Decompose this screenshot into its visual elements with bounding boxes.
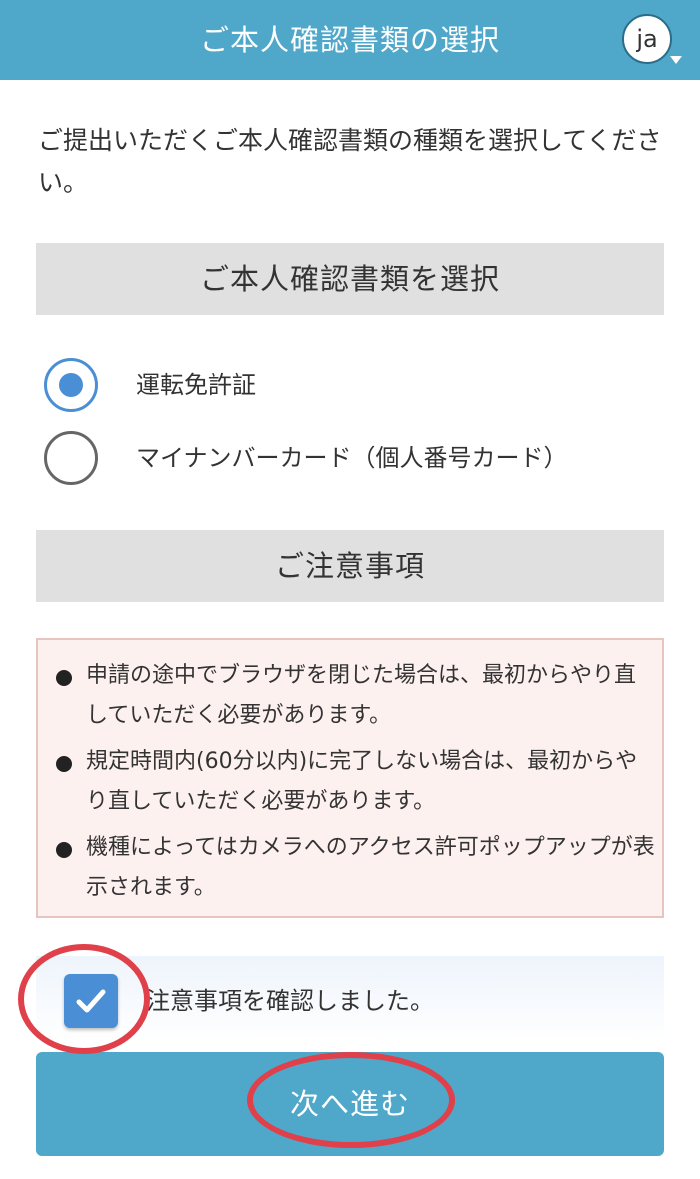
intro-text: ご提出いただくご本人確認書類の種類を選択してください。 xyxy=(38,126,662,197)
confirm-checkbox[interactable] xyxy=(64,974,118,1028)
notes-heading: ご注意事項 xyxy=(36,530,664,602)
confirm-label[interactable]: 注意事項を確認しました。 xyxy=(146,984,434,1018)
app-header: ご本人確認書類の選択 ja xyxy=(0,0,700,80)
radio-label[interactable]: 運転免許証 xyxy=(136,368,256,402)
notice-box: 申請の途中でブラウザを閉じた場合は、最初からやり直していただく必要があります。 … xyxy=(36,638,664,918)
notice-text: 申請の途中でブラウザを閉じた場合は、最初からやり直していただく必要があります。 xyxy=(86,663,637,728)
radio-unselected-icon[interactable] xyxy=(44,431,98,485)
checkmark-icon xyxy=(76,989,106,1013)
confirm-row[interactable]: 注意事項を確認しました。 xyxy=(36,956,664,1042)
page-title: ご本人確認書類の選択 xyxy=(199,23,500,57)
document-select-heading: ご本人確認書類を選択 xyxy=(36,243,664,315)
radio-option-my-number-card[interactable]: マイナンバーカード（個人番号カード） xyxy=(44,431,664,487)
bullet-icon xyxy=(56,670,72,686)
radio-selected-icon[interactable] xyxy=(44,358,98,412)
radio-option-drivers-license[interactable]: 運転免許証 xyxy=(44,358,664,414)
radio-label[interactable]: マイナンバーカード（個人番号カード） xyxy=(136,441,568,475)
chevron-down-icon[interactable] xyxy=(670,56,682,64)
notice-text: 機種によってはカメラへのアクセス許可ポップアップが表示されます。 xyxy=(86,835,655,900)
next-button[interactable]: 次へ進む xyxy=(36,1052,664,1156)
language-switcher[interactable]: ja xyxy=(622,14,672,64)
bullet-icon xyxy=(56,756,72,772)
bullet-icon xyxy=(56,842,72,858)
notice-text: 規定時間内(60分以内)に完了しない場合は、最初からやり直していただく必要があり… xyxy=(86,749,638,814)
language-label: ja xyxy=(636,25,658,53)
